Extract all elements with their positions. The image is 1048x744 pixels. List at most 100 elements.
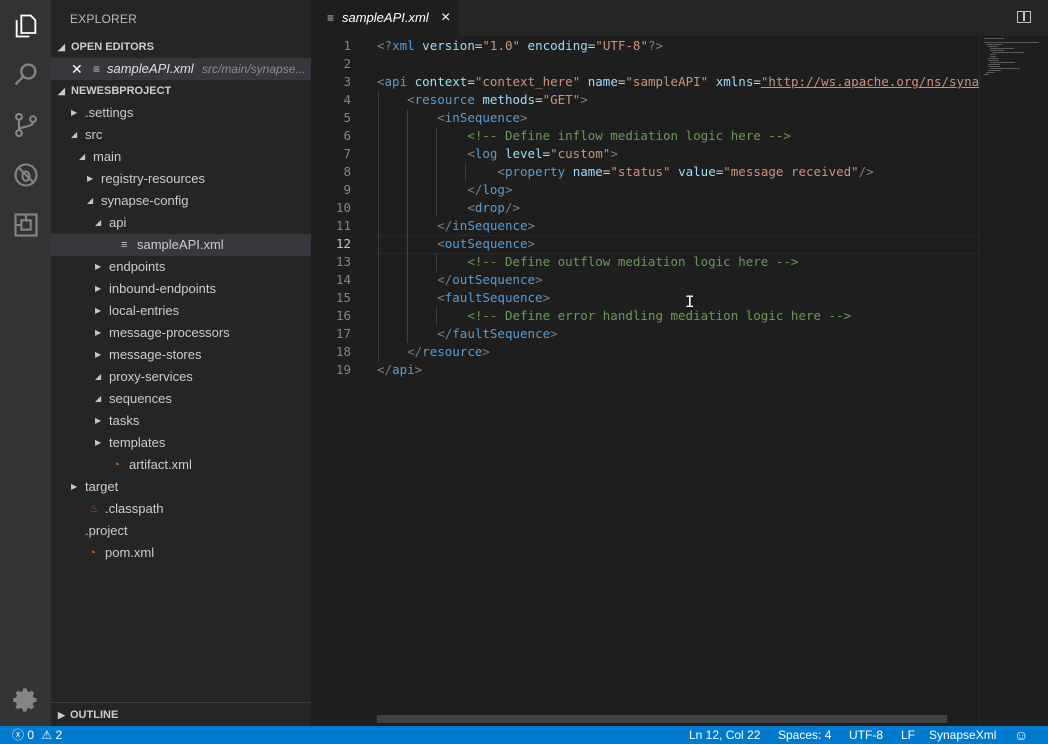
code-token: = <box>753 74 761 89</box>
split-editor-icon[interactable] <box>1017 11 1031 23</box>
code-line: </api> <box>377 361 422 379</box>
open-editors-label: OPEN EDITORS <box>71 41 154 53</box>
tree-item[interactable]: ▶ target <box>51 476 311 498</box>
code-token: > <box>520 110 528 125</box>
code-area[interactable]: 1 <?xml version="1.0" encoding="UTF-8"?> 2… <box>311 36 1009 726</box>
horizontal-scrollbar[interactable] <box>377 715 947 723</box>
tree-item[interactable]: ▶ .settings <box>51 102 311 124</box>
code-token: resource <box>422 344 483 359</box>
chevron-right-icon: ▶ <box>95 306 102 315</box>
chevron-down-icon: ◢ <box>95 218 102 227</box>
code-line: </faultSequence> <box>377 325 557 343</box>
tree-item[interactable]: ▶ message-stores <box>51 344 311 366</box>
code-token: context <box>407 74 468 89</box>
cursor-position[interactable]: Ln 12, Col 22 <box>689 726 760 744</box>
chevron-right-icon: ▶ <box>58 710 65 720</box>
tree-item-label: templates <box>109 435 166 450</box>
line-number: 6 <box>343 128 351 143</box>
tree-item[interactable]: ▶ message-processors <box>51 322 311 344</box>
project-header[interactable]: ◢ NEWESBPROJECT <box>51 80 311 102</box>
indentation[interactable]: Spaces: 4 <box>778 726 831 744</box>
line-number: 14 <box>335 272 351 287</box>
code-token: encoding <box>520 38 588 53</box>
tree-item[interactable]: ◔ artifact.xml <box>51 454 311 476</box>
tree-item[interactable]: ◢ proxy-services <box>51 366 311 388</box>
code-token: level <box>497 146 543 161</box>
chevron-down-icon: ◢ <box>95 394 102 403</box>
tree-item-label: message-stores <box>109 347 202 362</box>
tree-item[interactable]: ▶ templates <box>51 432 311 454</box>
code-token: <!-- Define inflow mediation logic here … <box>467 128 791 143</box>
code-token: </ <box>437 272 453 287</box>
code-token: inSequence <box>444 110 521 125</box>
tree-item-label: tasks <box>109 413 140 428</box>
chevron-right-icon: ▶ <box>95 284 102 293</box>
tree-item[interactable]: ▶ tasks <box>51 410 311 432</box>
tree-item-label: api <box>109 215 127 230</box>
code-line: <!-- Define outflow mediation logic here… <box>377 253 798 271</box>
language-mode[interactable]: SynapseXml <box>929 726 996 744</box>
tree-item[interactable]: ◢ synapse-config <box>51 190 311 212</box>
open-editors-header[interactable]: ◢ OPEN EDITORS <box>51 36 311 58</box>
feedback-smiley-icon[interactable]: ☺ <box>1014 726 1028 744</box>
tree-item-label: .settings <box>85 105 134 120</box>
debug-icon[interactable] <box>8 157 44 193</box>
close-icon[interactable]: ✕ <box>71 58 83 80</box>
problems-indicator[interactable]: ⓧ 0 ⚠ 2 <box>12 726 62 744</box>
code-token: resource <box>414 92 475 107</box>
minimap[interactable] <box>979 36 1048 726</box>
tree-item[interactable]: ◢ src <box>51 124 311 146</box>
code-line: <property name="status" value="message r… <box>377 163 873 181</box>
tree-item[interactable]: ▶ registry-resources <box>51 168 311 190</box>
error-icon: ⓧ <box>12 728 25 742</box>
open-editor-path: src/main/synapse... <box>202 62 306 76</box>
tab-sampleapi[interactable]: ≡ sampleAPI.xml × <box>311 0 459 36</box>
tree-item[interactable]: .project <box>51 520 311 542</box>
tree-item-label: local-entries <box>109 303 180 318</box>
line-number: 4 <box>343 92 351 107</box>
tree-item[interactable]: ◢ api <box>51 212 311 234</box>
code-line: <drop/> <box>377 199 520 217</box>
tab-bar: ≡ sampleAPI.xml × <box>311 0 1048 36</box>
line-ending[interactable]: LF <box>901 726 915 744</box>
gear-icon[interactable] <box>8 682 44 718</box>
file-lines-icon: ≡ <box>121 239 128 251</box>
code-token: > <box>527 218 536 233</box>
tree-item-label: target <box>85 479 119 494</box>
search-icon[interactable] <box>8 57 44 93</box>
tree-item[interactable]: ♨ .classpath <box>51 498 311 520</box>
code-token: "context_here" <box>474 74 581 89</box>
open-editor-item[interactable]: ✕ ≡ sampleAPI.xml src/main/synapse... <box>51 58 311 80</box>
code-line: <outSequence> <box>377 235 535 253</box>
extensions-icon[interactable] <box>8 207 44 243</box>
code-token: < <box>497 164 505 179</box>
source-control-icon[interactable] <box>8 107 44 143</box>
file-lines-icon: ≡ <box>327 11 335 25</box>
encoding[interactable]: UTF-8 <box>849 726 883 744</box>
tree-item[interactable]: ▶ endpoints <box>51 256 311 278</box>
tree-item[interactable]: ◢ sequences <box>51 388 311 410</box>
rss-file-icon: ◔ <box>89 547 96 559</box>
code-token: < <box>437 110 445 125</box>
tree-item-label: artifact.xml <box>129 457 192 472</box>
line-number: 1 <box>343 38 351 53</box>
tree-item[interactable]: ▶ local-entries <box>51 300 311 322</box>
tree-item-label: inbound-endpoints <box>109 281 216 296</box>
tree-item[interactable]: ≡ sampleAPI.xml <box>51 234 311 256</box>
chevron-down-icon: ◢ <box>79 152 86 161</box>
tree-item[interactable]: ◢ main <box>51 146 311 168</box>
status-bar: ⓧ 0 ⚠ 2 Ln 12, Col 22 Spaces: 4 UTF-8 LF… <box>0 726 1048 744</box>
code-token: "1.0" <box>482 38 521 53</box>
close-icon[interactable]: × <box>441 0 450 36</box>
tree-item[interactable]: ◔ pom.xml <box>51 542 311 564</box>
code-token: = <box>535 92 543 107</box>
outline-header[interactable]: ▶ OUTLINE <box>51 702 311 727</box>
code-token: < <box>407 92 415 107</box>
tree-item-label: src <box>85 127 103 142</box>
tree-item[interactable]: ▶ inbound-endpoints <box>51 278 311 300</box>
explorer-icon[interactable] <box>8 8 44 44</box>
